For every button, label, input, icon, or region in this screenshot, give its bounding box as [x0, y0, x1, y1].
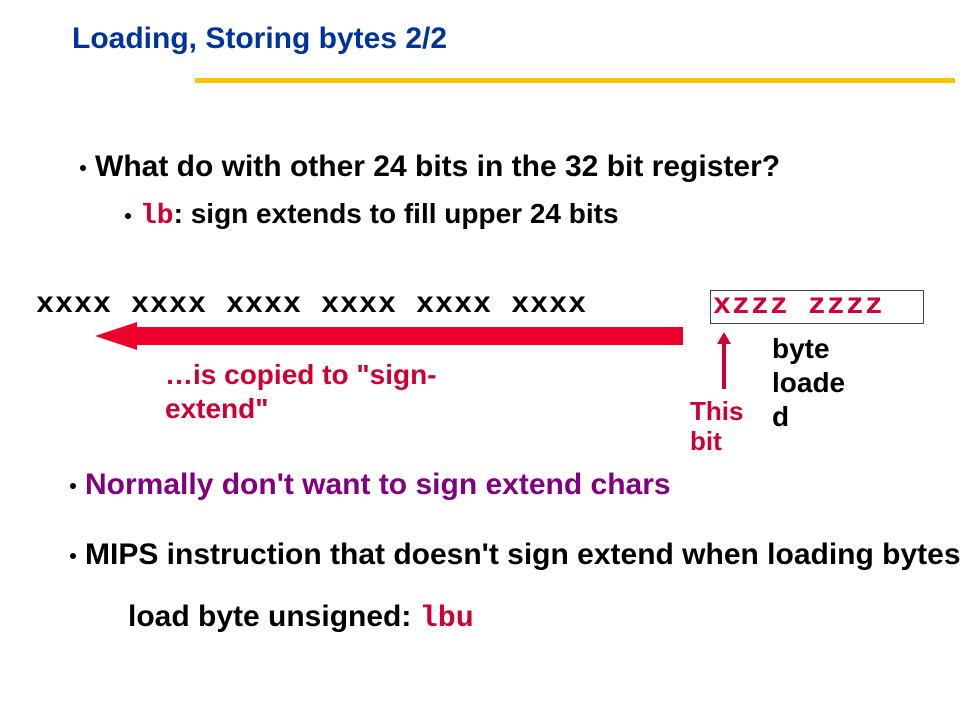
annotation-this-bit: This bit — [690, 396, 743, 456]
bullet-mips-text: MIPS instruction that doesn't sign exten… — [85, 538, 960, 571]
annotation-copied: …is copied to "sign-extend" — [165, 358, 485, 426]
title-underline — [195, 78, 955, 83]
this-bit-arrow-icon — [717, 332, 731, 388]
lb-code: lb — [140, 201, 174, 232]
lbu-code: lbu — [420, 602, 474, 636]
annotation-this-bit-l2: bit — [690, 426, 722, 456]
annotation-byte-loaded-l2: loade — [772, 367, 845, 398]
lbu-line: load byte unsigned: lbu — [128, 600, 474, 636]
bullet-normally: Normally don't want to sign extend chars — [70, 468, 671, 502]
annotation-this-bit-l1: This — [690, 396, 743, 426]
annotation-byte-loaded-l3: d — [772, 401, 789, 432]
annotation-byte-loaded: byte loade d — [772, 332, 845, 434]
sign-extend-arrow-icon — [95, 322, 685, 350]
bullet-question: What do with other 24 bits in the 32 bit… — [80, 150, 780, 184]
lbu-pre: load byte unsigned: — [128, 600, 420, 633]
bullet-dot-icon — [80, 165, 86, 171]
upper-24-bits: xxxx xxxx xxxx xxxx xxxx xxxx — [36, 288, 587, 322]
bullet-mips: MIPS instruction that doesn't sign exten… — [70, 538, 960, 572]
bullet-question-text: What do with other 24 bits in the 32 bit… — [95, 150, 780, 183]
bullet-lb: lb: sign extends to fill upper 24 bits — [125, 198, 619, 232]
annotation-byte-loaded-l1: byte — [772, 333, 830, 364]
bullet-dot-icon — [125, 213, 131, 219]
slide-title: Loading, Storing bytes 2/2 — [72, 22, 447, 56]
slide: Loading, Storing bytes 2/2 What do with … — [0, 0, 960, 720]
bullet-dot-icon — [70, 553, 76, 559]
loaded-byte-box: xzzz zzzz — [710, 290, 924, 324]
lb-rest: : sign extends to fill upper 24 bits — [174, 198, 619, 229]
bullet-dot-icon — [70, 483, 76, 489]
bullet-normally-text: Normally don't want to sign extend chars — [85, 468, 671, 501]
